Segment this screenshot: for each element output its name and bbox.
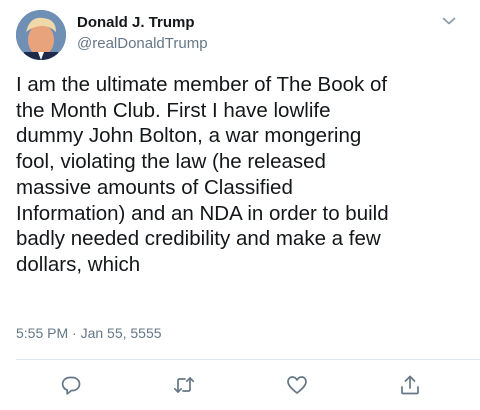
- author-info: Donald J. Trump @realDonaldTrump: [77, 13, 208, 53]
- display-name[interactable]: Donald J. Trump: [77, 13, 208, 32]
- retweet-arrows-icon: [173, 377, 195, 393]
- like-button[interactable]: [285, 373, 309, 397]
- avatar[interactable]: [16, 10, 66, 60]
- share-upload-icon: [401, 375, 419, 395]
- profile-photo-icon: [16, 10, 66, 60]
- reply-button[interactable]: [59, 373, 83, 397]
- user-handle[interactable]: @realDonaldTrump: [77, 34, 208, 53]
- share-button[interactable]: [398, 373, 422, 397]
- tweet-card: Donald J. Trump @realDonaldTrump I am th…: [0, 0, 480, 410]
- retweet-button[interactable]: [172, 373, 196, 397]
- speech-bubble-icon: [61, 376, 81, 395]
- divider: [16, 359, 480, 360]
- heart-icon: [287, 376, 307, 394]
- tweet-text: I am the ultimate member of The Book of …: [16, 73, 389, 276]
- chevron-down-icon[interactable]: [440, 12, 458, 30]
- tweet-timestamp[interactable]: 5:55 PM · Jan 55, 5555: [16, 324, 162, 342]
